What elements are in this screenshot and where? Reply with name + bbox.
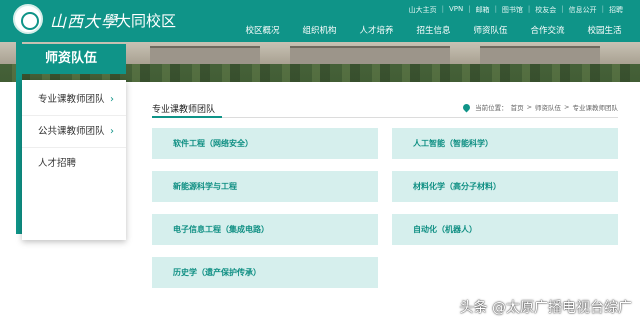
nav-item-campus-life[interactable]: 校园生活 — [576, 24, 633, 36]
sidebar-item-talent-recruitment[interactable]: 人才招聘 — [22, 148, 126, 180]
separator: | — [468, 5, 471, 13]
university-seal-icon[interactable] — [13, 4, 43, 34]
toplink-info-public[interactable]: 信息公开 — [564, 5, 602, 15]
nav-item-talent-cultivation[interactable]: 人才培养 — [348, 24, 405, 36]
title-underline — [152, 116, 222, 118]
team-card-history[interactable]: 历史学（遗产保护传承） — [152, 257, 378, 288]
team-card-automation[interactable]: 自动化（机器人） — [392, 214, 618, 245]
sidebar-title: 师资队伍 — [16, 44, 126, 74]
nav-item-cooperation[interactable]: 合作交流 — [519, 24, 576, 36]
sidebar-menu: 专业课教师团队 › 公共课教师团队 › 人才招聘 — [22, 80, 126, 240]
sidebar-item-label: 公共课教师团队 — [38, 126, 105, 137]
sidebar-item-professional-faculty[interactable]: 专业课教师团队 › — [22, 84, 126, 116]
separator: | — [494, 5, 497, 13]
nav-item-admissions[interactable]: 招生信息 — [405, 24, 462, 36]
team-card-software-engineering[interactable]: 软件工程（网络安全） — [152, 128, 378, 159]
breadcrumb-prefix: 当前位置： — [475, 104, 508, 112]
campus-name[interactable]: 大同校区 — [116, 10, 176, 31]
toplink-mail[interactable]: 邮箱 — [471, 5, 495, 15]
toplink-alumni[interactable]: 校友会 — [530, 5, 561, 15]
toplink-vpn[interactable]: VPN — [444, 5, 468, 15]
watermark-text: 头条 @太原广播电视台综广 — [459, 300, 632, 316]
team-card-new-energy[interactable]: 新能源科学与工程 — [152, 171, 378, 202]
separator: | — [527, 5, 531, 13]
team-card-electronic-information[interactable]: 电子信息工程（集成电路） — [152, 214, 378, 245]
breadcrumb-separator: > — [526, 103, 533, 111]
nav-item-organization[interactable]: 组织机构 — [291, 24, 348, 36]
chevron-right-icon: › — [110, 94, 114, 105]
team-card-materials-chemistry[interactable]: 材料化学（高分子材料） — [392, 171, 618, 202]
nav-item-faculty[interactable]: 师资队伍 — [462, 24, 519, 36]
nav-item-campus-overview[interactable]: 校区概况 — [234, 24, 291, 36]
main-nav: 校区概况 组织机构 人才培养 招生信息 师资队伍 合作交流 校园生活 — [234, 24, 633, 36]
separator: | — [441, 5, 444, 13]
chevron-right-icon: › — [110, 126, 114, 137]
toplink-shanda-home[interactable]: 山大主页 — [404, 5, 442, 15]
breadcrumb-item-current[interactable]: 专业课教师团队 — [573, 102, 619, 112]
breadcrumb: 当前位置： 首页 > 师资队伍 > 专业课教师团队 — [461, 102, 619, 112]
site-header: 山西大學 大同校区 山大主页 | VPN | 邮箱 | 图书馆 | 校友会 | 信息公开 |… — [0, 0, 640, 42]
university-logo-text[interactable]: 山西大學 — [50, 8, 118, 32]
separator: | — [601, 5, 604, 13]
toplink-recruitment[interactable]: 招聘 — [604, 5, 628, 15]
breadcrumb-item-faculty[interactable]: 师资队伍 — [535, 102, 561, 112]
sidebar-item-label: 专业课教师团队 — [38, 94, 105, 105]
team-card-artificial-intelligence[interactable]: 人工智能（智能科学） — [392, 128, 618, 159]
sidebar-item-public-faculty[interactable]: 公共课教师团队 › — [22, 116, 126, 148]
breadcrumb-separator: > — [564, 103, 570, 111]
location-pin-icon — [461, 102, 472, 112]
top-links: 山大主页 | VPN | 邮箱 | 图书馆 | 校友会 | 信息公开 | 招聘 — [404, 5, 628, 15]
separator: | — [561, 5, 564, 13]
toplink-library[interactable]: 图书馆 — [497, 5, 528, 15]
breadcrumb-item-home[interactable]: 首页 — [511, 102, 524, 112]
page-title: 专业课教师团队 — [152, 105, 216, 115]
sidebar-item-label: 人才招聘 — [38, 158, 77, 169]
